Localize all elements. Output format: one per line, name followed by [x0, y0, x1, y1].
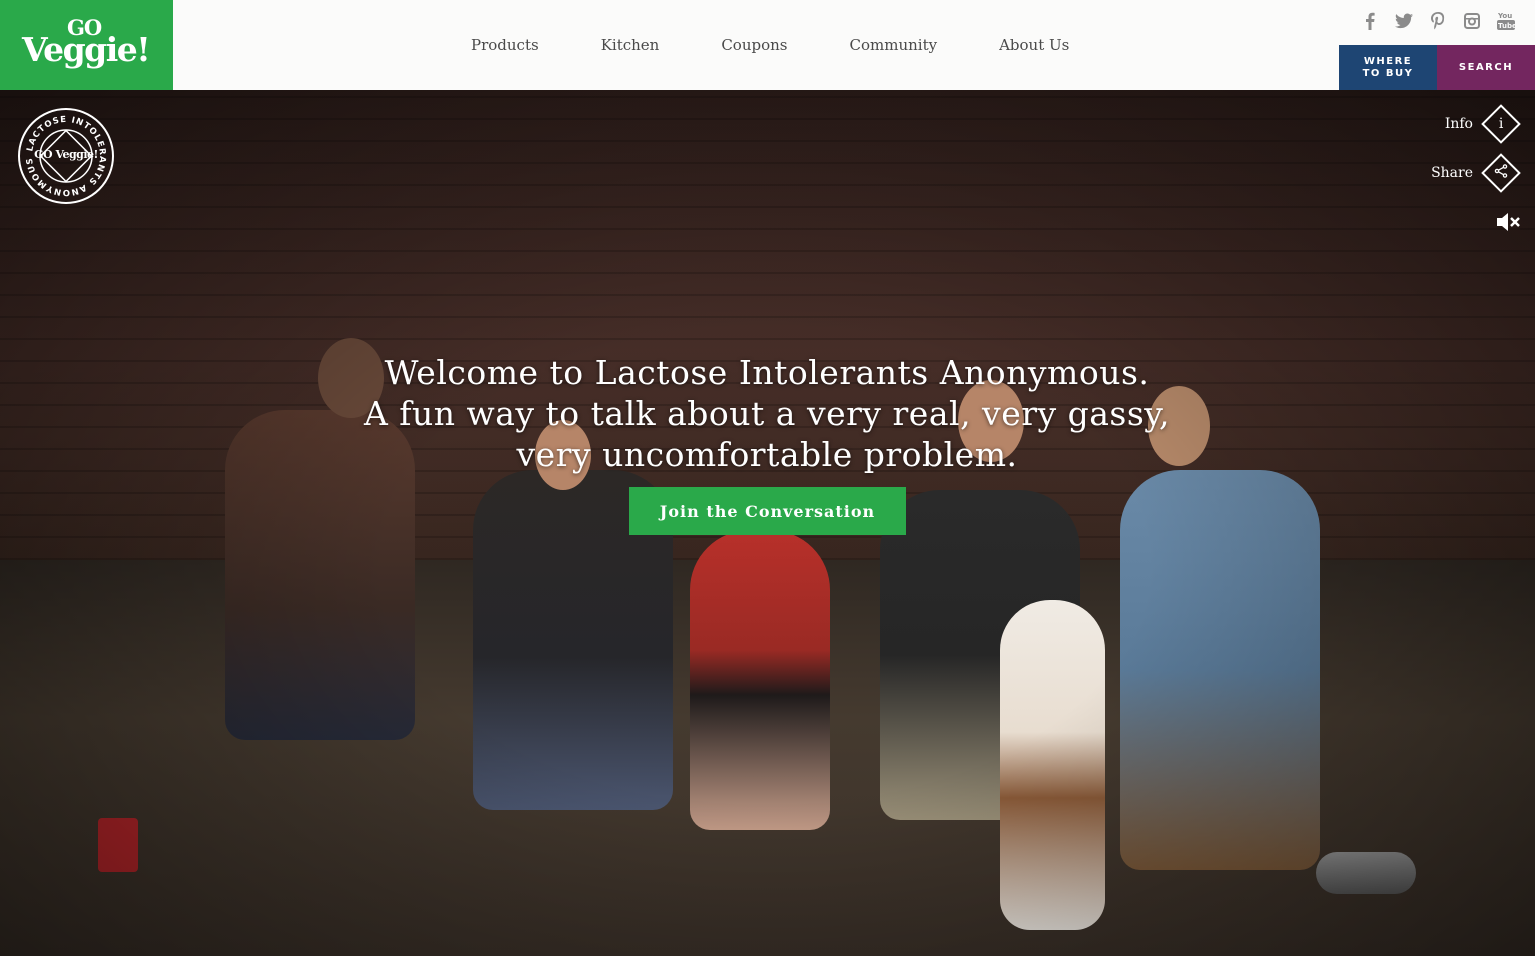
info-icon: i	[1481, 104, 1521, 144]
share-control[interactable]: Share	[1431, 153, 1521, 193]
hero-headline: Welcome to Lactose Intolerants Anonymous…	[267, 352, 1267, 475]
youtube-icon[interactable]: You Tube	[1497, 10, 1515, 32]
twitter-icon[interactable]	[1395, 10, 1413, 32]
nav-kitchen[interactable]: Kitchen	[601, 36, 660, 54]
lactose-intolerants-badge[interactable]: LACTOSE INTOLERANTS ANONYMOUS GO Veggie!	[18, 108, 114, 204]
svg-text:Tube: Tube	[1498, 22, 1515, 30]
nav-coupons[interactable]: Coupons	[721, 36, 787, 54]
search-label: SEARCH	[1458, 62, 1514, 73]
share-label: Share	[1431, 165, 1473, 181]
main-nav: Products Kitchen Coupons Community About…	[440, 36, 1100, 54]
hero-line-3: very uncomfortable problem.	[516, 435, 1018, 474]
nav-about-us[interactable]: About Us	[999, 36, 1069, 54]
volume-mute-icon[interactable]	[1495, 210, 1521, 234]
svg-text:You: You	[1497, 12, 1512, 20]
info-control[interactable]: Info i	[1445, 104, 1521, 144]
go-veggie-logo[interactable]: GO Veggie!	[0, 0, 173, 90]
logo-main-text: Veggie!	[22, 30, 151, 69]
instagram-icon[interactable]	[1463, 10, 1481, 32]
join-conversation-button[interactable]: Join the Conversation	[629, 487, 906, 535]
search-button[interactable]: SEARCH	[1437, 45, 1535, 90]
hero-line-1: Welcome to Lactose Intolerants Anonymous…	[384, 353, 1150, 392]
badge-center-text: GO Veggie!	[34, 148, 98, 161]
nav-community[interactable]: Community	[850, 36, 938, 54]
site-header: GO Veggie! Products Kitchen Coupons Comm…	[0, 0, 1535, 90]
info-label: Info	[1444, 116, 1473, 132]
facebook-icon[interactable]	[1361, 10, 1379, 32]
social-links: You Tube	[1361, 10, 1515, 32]
where-to-buy-label: WHERE TO BUY	[1362, 55, 1414, 79]
share-icon	[1481, 153, 1521, 193]
hero-video: LACTOSE INTOLERANTS ANONYMOUS GO Veggie!…	[0, 90, 1535, 956]
nav-products[interactable]: Products	[471, 36, 539, 54]
pinterest-icon[interactable]	[1429, 10, 1447, 32]
where-to-buy-button[interactable]: WHERE TO BUY	[1339, 45, 1437, 90]
hero-line-2: A fun way to talk about a very real, ver…	[363, 394, 1171, 433]
